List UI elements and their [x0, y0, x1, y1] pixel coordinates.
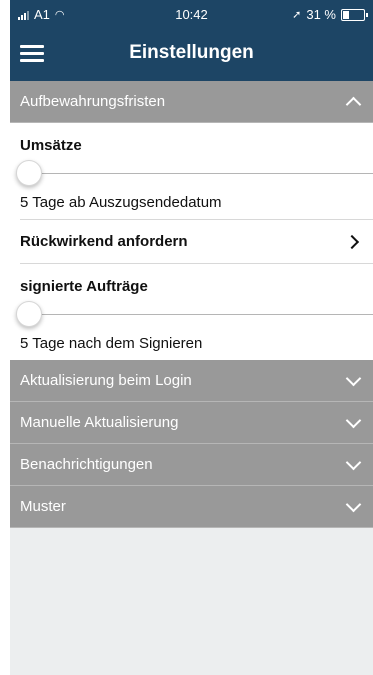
status-bar: A1 ◠ 10:42 ➚ 31 % — [10, 0, 373, 30]
battery-icon — [341, 8, 368, 21]
transactions-slider[interactable] — [10, 158, 373, 188]
battery-level — [343, 10, 349, 19]
slider-thumb[interactable] — [16, 301, 42, 327]
retroactive-request-row[interactable]: Rückwirkend anfordern — [10, 220, 373, 263]
battery-percentage: 31 % — [306, 7, 336, 22]
chevron-up-icon — [345, 96, 362, 113]
status-right: ➚ 31 % — [292, 7, 368, 22]
signed-orders-value: 5 Tage nach dem Signieren — [20, 335, 203, 352]
chevron-down-icon — [345, 454, 362, 471]
section-header-manual-update[interactable]: Manuelle Aktualisierung — [10, 402, 373, 444]
phone-screen: A1 ◠ 10:42 ➚ 31 % Einstellungen Aufbewah… — [10, 0, 373, 675]
retroactive-request-label: Rückwirkend anfordern — [20, 233, 188, 250]
section-label: Aktualisierung beim Login — [20, 372, 192, 389]
chevron-down-icon — [345, 370, 362, 387]
page-title: Einstellungen — [129, 42, 254, 63]
section-header-templates[interactable]: Muster — [10, 486, 373, 528]
section-label: Benachrichtigungen — [20, 456, 153, 473]
signed-orders-label: signierte Aufträge — [20, 278, 148, 295]
navigation-bar: Einstellungen — [10, 30, 373, 81]
empty-area — [10, 528, 373, 675]
slider-thumb[interactable] — [16, 160, 42, 186]
transactions-label: Umsätze — [20, 137, 82, 154]
section-label: Muster — [20, 498, 66, 515]
section-label: Aufbewahrungsfristen — [20, 93, 166, 110]
slider-track — [20, 314, 373, 315]
section-label: Manuelle Aktualisierung — [20, 414, 179, 431]
chevron-down-icon — [345, 496, 362, 513]
section-header-login-update[interactable]: Aktualisierung beim Login — [10, 360, 373, 402]
top-bar: A1 ◠ 10:42 ➚ 31 % Einstellungen — [10, 0, 373, 81]
slider-track — [20, 173, 373, 174]
location-arrow-icon: ➚ — [292, 9, 302, 21]
transactions-value: 5 Tage ab Auszugsendedatum — [20, 194, 222, 211]
section-header-notifications[interactable]: Benachrichtigungen — [10, 444, 373, 486]
retention-content: Umsätze 5 Tage ab Auszugsendedatum Rückw… — [10, 123, 373, 360]
chevron-right-icon — [344, 234, 360, 249]
chevron-down-icon — [345, 412, 362, 429]
signed-orders-slider[interactable] — [10, 299, 373, 329]
section-header-retention[interactable]: Aufbewahrungsfristen — [10, 81, 373, 123]
